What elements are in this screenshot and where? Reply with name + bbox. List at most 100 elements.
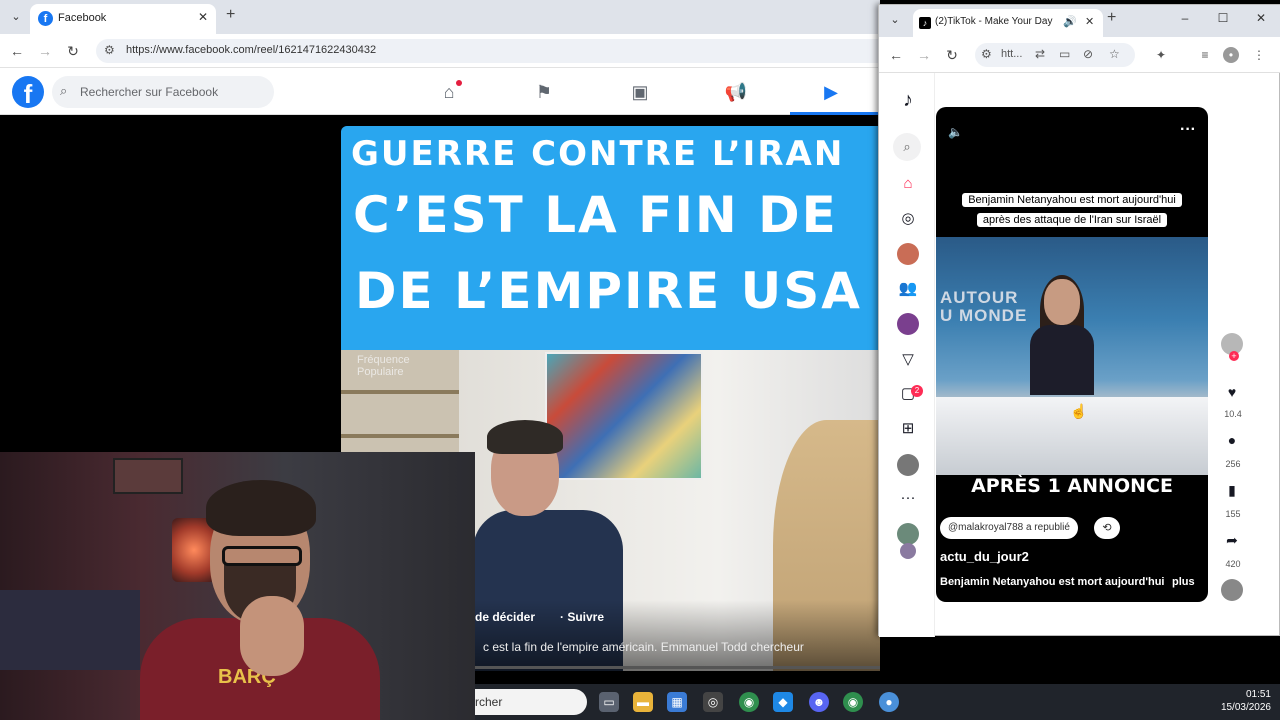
marketplace-icon[interactable]: ▣ — [625, 78, 655, 106]
banner-line-2: C’EST LA FIN DE — [353, 186, 838, 244]
search-icon: ⌕ — [60, 83, 68, 98]
file-explorer-icon[interactable]: ▬ — [633, 692, 653, 712]
caption-line-2: après des attaque de l'Iran sur Israël — [942, 211, 1202, 229]
news-anchor-head — [1044, 279, 1080, 325]
music-disc-icon[interactable] — [1221, 579, 1243, 601]
followed-account-avatar-icon[interactable] — [897, 523, 919, 545]
task-view-icon[interactable]: ▭ — [599, 692, 619, 712]
extensions-icon[interactable]: ✦ — [1153, 47, 1169, 63]
fb-url-text: https://www.facebook.com/reel/1621471622… — [126, 44, 377, 56]
taskbar-search[interactable]: rcher — [475, 689, 587, 715]
fb-address-bar[interactable]: ⚙ https://www.facebook.com/reel/16214716… — [96, 39, 880, 63]
fb-tab-strip: ⌄ f Facebook ✕ + — [0, 0, 880, 34]
app-circle-icon[interactable]: ● — [879, 692, 899, 712]
search-icon[interactable]: ⌕ — [893, 133, 921, 161]
reel-progress-bar[interactable] — [475, 666, 880, 669]
system-clock[interactable]: 01:51 15/03/2026 — [1217, 688, 1271, 714]
tt-tab-strip: ⌄ ♪ (2)TikTok - Make Your Day 🔊 ✕ + – ☐ … — [879, 5, 1280, 37]
video-author[interactable]: actu_du_jour2 — [940, 549, 1029, 564]
facebook-search-input[interactable]: ⌕ Rechercher sur Facebook — [52, 76, 274, 108]
discord-icon[interactable]: ☻ — [809, 692, 829, 712]
new-tab-icon[interactable]: + — [1107, 9, 1116, 27]
streamer: BARÇ — [140, 468, 380, 720]
taskbar-search-text: rcher — [475, 695, 503, 709]
reels-video-icon[interactable]: ▶ — [816, 78, 846, 106]
facebook-logo-icon[interactable]: f — [12, 76, 44, 109]
friends-icon[interactable]: 👥 — [897, 278, 919, 300]
back-arrow-icon[interactable]: ← — [8, 42, 26, 60]
audio-playing-icon[interactable]: 🔊 — [1063, 15, 1077, 28]
reel-title-banner: GUERRE CONTRE L’IRAN C’EST LA FIN DE DE … — [341, 126, 880, 350]
flag-pages-icon[interactable]: ⚑ — [529, 78, 559, 106]
following-avatar-icon[interactable] — [897, 243, 919, 265]
profile-avatar-icon[interactable]: • — [1223, 47, 1239, 63]
media-controls-icon[interactable]: ≡ — [1197, 47, 1213, 63]
site-info-icon[interactable]: ⚙ — [104, 43, 115, 57]
man-hair — [487, 420, 563, 454]
tab-search-chevron-icon[interactable]: ⌄ — [6, 8, 26, 26]
volume-icon[interactable]: 🔈 — [948, 125, 963, 139]
live-avatar-icon[interactable] — [897, 313, 919, 335]
send-icon[interactable]: ▽ — [897, 349, 919, 371]
close-window-icon[interactable]: ✕ — [1251, 11, 1271, 25]
site-info-icon[interactable]: ⚙ — [981, 47, 992, 61]
close-tab-icon[interactable]: ✕ — [1085, 15, 1094, 28]
chrome-icon[interactable]: ◉ — [739, 692, 759, 712]
explore-compass-icon[interactable]: ◎ — [897, 208, 919, 230]
tiktok-browser-tab[interactable]: ♪ (2)TikTok - Make Your Day 🔊 ✕ — [913, 9, 1103, 37]
more-dots-icon[interactable]: ··· — [897, 487, 919, 509]
tab-search-chevron-icon[interactable]: ⌄ — [885, 11, 905, 29]
megaphone-icon[interactable]: 📢 — [721, 78, 751, 106]
followed-account-avatar-icon[interactable] — [900, 543, 916, 559]
webcam-overlay: BARÇ — [0, 452, 475, 720]
cast-icon[interactable]: ▭ — [1059, 47, 1070, 61]
fb-toolbar: ← → ↻ ⚙ https://www.facebook.com/reel/16… — [0, 34, 880, 68]
back-arrow-icon[interactable]: ← — [887, 46, 905, 64]
forward-arrow-icon[interactable]: → — [915, 46, 933, 64]
eye-off-icon[interactable]: ⊘ — [1083, 47, 1093, 61]
reload-icon[interactable]: ↻ — [943, 46, 961, 64]
chrome-profile-icon[interactable]: ◉ — [843, 692, 863, 712]
profile-avatar-icon[interactable] — [897, 454, 919, 476]
repost-icon[interactable]: ⟲ — [1094, 517, 1120, 539]
news-studio-frame: AUTOUR U MONDE ☝ — [936, 237, 1208, 475]
hand-cursor-icon: ☝ — [1070, 403, 1088, 419]
messages-badge: 2 — [911, 385, 923, 397]
bookmark-icon[interactable]: ▮ — [1221, 479, 1243, 501]
tt-address-bar[interactable]: ⚙ htt... ⇄ ▭ ⊘ ☆ — [975, 43, 1135, 67]
home-icon[interactable]: ⌂ — [897, 173, 919, 195]
share-icon[interactable]: ➦ — [1221, 529, 1243, 551]
follow-plus-icon[interactable]: + — [1229, 351, 1239, 361]
translate-icon[interactable]: ⇄ — [1035, 47, 1045, 61]
heart-icon[interactable]: ♥ — [1221, 381, 1243, 403]
tiktok-logo-icon[interactable]: ♪ — [897, 89, 919, 111]
tiktok-browser-window: ⌄ ♪ (2)TikTok - Make Your Day 🔊 ✕ + – ☐ … — [878, 4, 1280, 637]
streamer-glasses — [222, 546, 302, 566]
store-icon[interactable]: ▦ — [667, 692, 687, 712]
tt-url-text: htt... — [1001, 48, 1023, 60]
maximize-icon[interactable]: ☐ — [1213, 11, 1233, 25]
close-tab-icon[interactable]: ✕ — [198, 10, 208, 24]
new-tab-icon[interactable]: + — [226, 6, 235, 24]
reel-author-name[interactable]: de décider — [475, 610, 535, 624]
more-options-icon[interactable]: ··· — [1180, 121, 1196, 139]
menu-dots-icon[interactable]: ⋮ — [1251, 47, 1267, 63]
app-blue-icon[interactable]: ◆ — [773, 692, 793, 712]
more-description-link[interactable]: plus — [1172, 576, 1195, 588]
tt-tab-title: (2)TikTok - Make Your Day — [935, 16, 1053, 27]
upload-plus-icon[interactable]: ⊞ — [897, 418, 919, 440]
tiktok-video-player[interactable]: 🔈 ··· Benjamin Netanyahou est mort aujou… — [936, 107, 1208, 602]
shares-count: 420 — [1225, 559, 1241, 569]
comment-icon[interactable]: ● — [1221, 429, 1243, 451]
home-notification-dot — [456, 80, 462, 86]
reel-follow-link[interactable]: · Suivre — [560, 610, 604, 624]
forward-arrow-icon[interactable]: → — [36, 42, 54, 60]
fb-browser-tab[interactable]: f Facebook ✕ — [30, 4, 216, 34]
reload-icon[interactable]: ↻ — [64, 42, 82, 60]
star-bookmark-icon[interactable]: ☆ — [1109, 47, 1120, 61]
app-icon[interactable]: ◎ — [703, 692, 723, 712]
minimize-icon[interactable]: – — [1175, 11, 1195, 25]
watermark-line-2: Populaire — [357, 366, 404, 378]
caption-line-1: Benjamin Netanyahou est mort aujourd'hui — [942, 191, 1202, 209]
repost-pill[interactable]: @malakroyal788 a republié — [940, 517, 1078, 539]
